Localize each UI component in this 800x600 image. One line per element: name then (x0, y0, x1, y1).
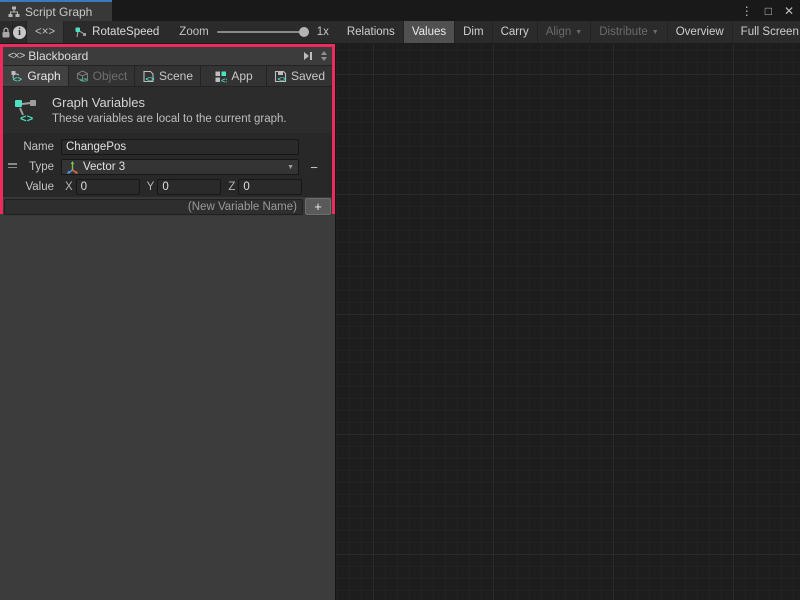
blackboard-header[interactable]: <×> Blackboard (3, 47, 332, 65)
tab-saved[interactable]: <> Saved (267, 66, 332, 86)
tab-app[interactable]: <> App (201, 66, 267, 86)
fullscreen-label: Full Screen (741, 26, 799, 38)
graph-name-label: RotateSpeed (92, 26, 159, 38)
graph-canvas[interactable] (335, 44, 800, 600)
graph-tab-icon: <> (10, 70, 23, 83)
distribute-label: Distribute (599, 26, 648, 38)
fullscreen-button[interactable]: Full Screen (733, 21, 800, 43)
variable-name-input[interactable] (61, 139, 299, 155)
new-variable-row: + (3, 197, 332, 216)
drag-handle-icon[interactable] (8, 163, 17, 168)
y-axis-label: Y (147, 181, 155, 193)
variable-value-row: Value X Y Z (3, 177, 332, 197)
variable-editor: Name Type Vector 3 ▼ − Value (3, 133, 332, 197)
y-value-input[interactable] (157, 179, 221, 195)
zoom-control: Zoom 1x (169, 21, 339, 43)
z-value-input[interactable] (238, 179, 302, 195)
blackboard-title: Blackboard (28, 49, 88, 63)
info-button[interactable]: i (13, 21, 27, 43)
close-icon[interactable]: ✕ (784, 4, 794, 18)
tab-saved-label: Saved (291, 69, 325, 83)
maximize-icon[interactable]: □ (765, 4, 772, 18)
spinner-down-icon[interactable] (321, 57, 327, 61)
name-label: Name (8, 141, 61, 153)
new-variable-name-input[interactable] (4, 199, 303, 215)
graph-name: RotateSpeed (64, 21, 169, 43)
zoom-slider[interactable] (217, 31, 309, 33)
svg-text:<>: <> (13, 76, 23, 83)
caret-down-icon: ▼ (575, 29, 582, 36)
variable-type-dropdown[interactable]: Vector 3 ▼ (61, 159, 299, 175)
tab-app-label: App (231, 69, 252, 83)
variables-icon: <×> (35, 26, 55, 38)
align-label: Align (546, 26, 572, 38)
type-value: Vector 3 (83, 161, 125, 173)
x-value-input[interactable] (76, 179, 140, 195)
vector3-icon (66, 160, 79, 174)
object-tab-icon: <> (76, 70, 89, 83)
zoom-slider-handle[interactable] (299, 27, 309, 37)
carry-button[interactable]: Carry (493, 21, 538, 43)
z-axis-label: Z (228, 181, 235, 193)
overview-label: Overview (676, 26, 724, 38)
distribute-button: Distribute ▼ (591, 21, 668, 43)
scene-tab-icon: <> (142, 70, 155, 83)
svg-text:<>: <> (20, 114, 34, 124)
window-controls: ⋮ □ ✕ (741, 0, 794, 21)
svg-text:<>: <> (277, 76, 287, 83)
dock-icon[interactable] (304, 52, 312, 60)
window-tab-bar: Script Graph ⋮ □ ✕ (0, 0, 800, 21)
graph-node-icon (74, 26, 87, 39)
tab-scene[interactable]: <> Scene (135, 66, 201, 86)
caret-down-icon: ▼ (287, 164, 294, 171)
tab-graph[interactable]: <> Graph (3, 66, 69, 86)
graph-variables-section-header: <> Graph Variables These variables are l… (3, 87, 332, 133)
section-title: Graph Variables (52, 95, 287, 110)
tab-scene-label: Scene (159, 69, 193, 83)
zoom-value: 1x (317, 26, 329, 38)
variable-type-row: Type Vector 3 ▼ − (3, 157, 332, 177)
blackboard-icon: <×> (8, 50, 24, 62)
tab-title: Script Graph (25, 5, 92, 19)
variable-name-row: Name (3, 137, 332, 157)
variables-toggle-button[interactable]: <×> (27, 21, 64, 43)
blackboard-tabs: <> Graph <> Object <> Scene <> (3, 65, 332, 87)
relations-button[interactable]: Relations (339, 21, 404, 43)
lock-icon (0, 26, 12, 39)
script-graph-icon (8, 6, 20, 18)
remove-variable-button[interactable]: − (303, 160, 325, 175)
svg-text:<>: <> (221, 78, 227, 83)
add-variable-button[interactable]: + (305, 198, 331, 215)
tab-object-label: Object (93, 69, 128, 83)
blackboard-panel: <×> Blackboard <> Graph <> Object (0, 44, 335, 214)
spinner-up-icon[interactable] (321, 51, 327, 55)
scroll-spinner[interactable] (321, 51, 327, 61)
tab-graph-label: Graph (27, 69, 60, 83)
x-axis-label: X (65, 181, 73, 193)
zoom-label: Zoom (179, 26, 208, 38)
app-tab-icon: <> (214, 70, 227, 83)
tab-script-graph[interactable]: Script Graph (0, 0, 112, 21)
dim-button[interactable]: Dim (455, 21, 492, 43)
info-icon: i (13, 26, 26, 39)
overview-button[interactable]: Overview (668, 21, 733, 43)
svg-text:<>: <> (145, 76, 155, 83)
dim-label: Dim (463, 26, 483, 38)
relations-label: Relations (347, 26, 395, 38)
svg-text:<>: <> (79, 77, 89, 83)
value-label: Value (8, 181, 61, 193)
graph-variables-icon: <> (13, 97, 40, 124)
saved-tab-icon: <> (274, 70, 287, 83)
graph-toolbar: i <×> RotateSpeed Zoom 1x Relations Valu… (0, 21, 800, 44)
menu-icon[interactable]: ⋮ (741, 4, 753, 18)
blackboard-empty-area (0, 213, 335, 600)
tab-object: <> Object (69, 66, 135, 86)
section-description: These variables are local to the current… (52, 113, 287, 125)
values-button[interactable]: Values (404, 21, 455, 43)
values-label: Values (412, 26, 446, 38)
caret-down-icon: ▼ (652, 29, 659, 36)
align-button: Align ▼ (538, 21, 592, 43)
lock-button[interactable] (0, 21, 13, 43)
carry-label: Carry (501, 26, 529, 38)
